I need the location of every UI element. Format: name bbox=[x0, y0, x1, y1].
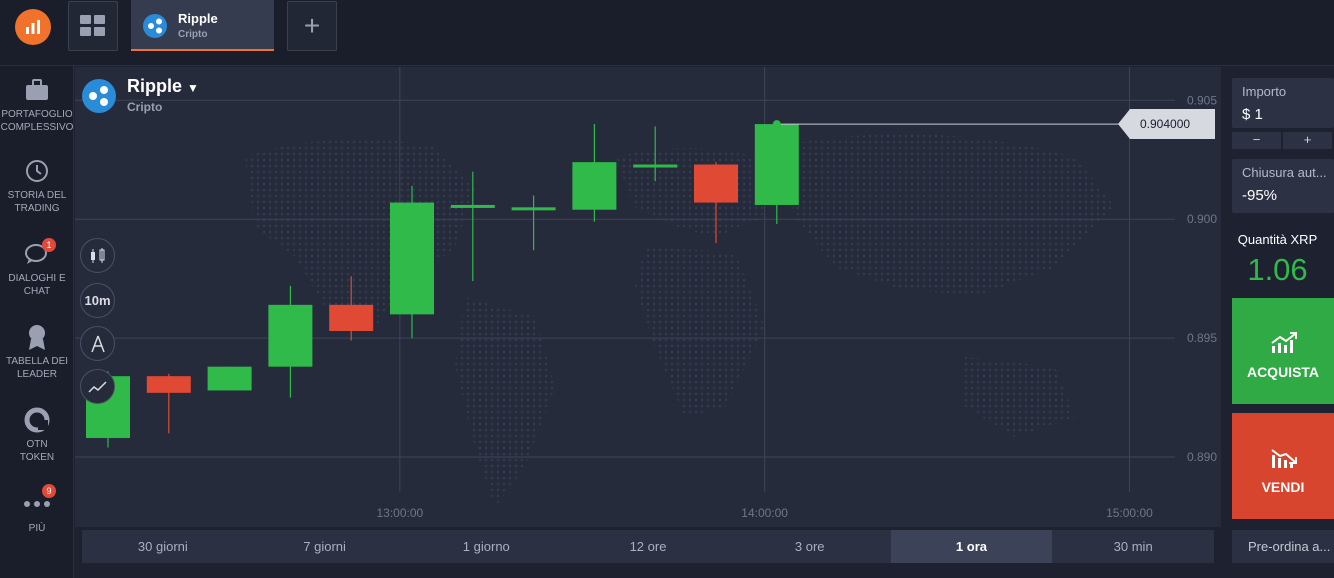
ripple-icon bbox=[143, 14, 167, 38]
indicator-icon bbox=[87, 380, 107, 393]
autoclose-value: -95% bbox=[1242, 187, 1278, 204]
chart-area[interactable]: 0.905 0.900 0.895 0.890 13:00:00 14:00:00 15:0… bbox=[75, 67, 1221, 527]
period-option[interactable]: 30 giorni bbox=[82, 530, 244, 563]
period-option[interactable]: 7 giorni bbox=[244, 530, 406, 563]
buy-button[interactable]: ACQUISTA bbox=[1232, 298, 1334, 404]
increase-amount-button[interactable]: + bbox=[1283, 132, 1332, 149]
sidebar-item-label: PIÙ bbox=[28, 523, 46, 534]
decrease-amount-button[interactable]: − bbox=[1232, 132, 1281, 149]
period-option[interactable]: 12 ore bbox=[567, 530, 729, 563]
period-option[interactable]: 30 min bbox=[1052, 530, 1214, 563]
candle-body bbox=[754, 124, 799, 205]
sell-label: VENDI bbox=[1261, 479, 1305, 495]
candlestick-chart[interactable]: 0.905 0.900 0.895 0.890 13:00:00 14:00:00 15:0… bbox=[75, 67, 1221, 527]
chat-icon: 1 bbox=[0, 238, 74, 268]
grid-view-button[interactable] bbox=[68, 1, 118, 51]
y-tick-label: 0.900 bbox=[1187, 212, 1217, 226]
top-bar: Ripple Cripto + bbox=[0, 0, 1334, 66]
token-icon bbox=[0, 406, 74, 434]
candle-body bbox=[450, 204, 495, 208]
compass-icon bbox=[90, 335, 105, 352]
candle-body bbox=[268, 304, 313, 367]
period-option[interactable]: 1 ora bbox=[890, 530, 1053, 563]
amount-stepper[interactable]: − + bbox=[1232, 132, 1334, 149]
sidebar-item-leaderboard[interactable]: TABELLA DEI LEADER bbox=[0, 323, 74, 381]
quantity-label: Quantità XRP bbox=[1237, 232, 1318, 247]
candle-body bbox=[694, 164, 738, 203]
sidebar-item-more[interactable]: 9 PIÙ bbox=[0, 484, 74, 535]
plus-icon: + bbox=[303, 10, 321, 41]
amount-field[interactable]: Importo $ 1 bbox=[1232, 78, 1334, 128]
trend-up-icon bbox=[1271, 332, 1297, 353]
sidebar-item-label: STORIA DEL TRADING bbox=[7, 190, 67, 214]
candle-body bbox=[146, 376, 191, 393]
amount-label: Importo bbox=[1242, 84, 1287, 99]
chat-badge: 1 bbox=[42, 238, 56, 252]
x-tick-label: 14:00:00 bbox=[741, 506, 788, 520]
asset-tab-name: Ripple bbox=[178, 11, 218, 26]
asset-tab-category: Cripto bbox=[178, 29, 208, 40]
chart-type-button[interactable] bbox=[80, 238, 115, 273]
sell-button[interactable]: VENDI bbox=[1232, 413, 1334, 519]
timeframe-button[interactable]: 10m bbox=[80, 283, 115, 318]
add-tab-button[interactable]: + bbox=[287, 1, 337, 51]
more-icon: 9 bbox=[0, 484, 74, 518]
award-icon bbox=[0, 323, 74, 351]
y-tick-label: 0.895 bbox=[1187, 331, 1217, 345]
drawing-tools-button[interactable] bbox=[80, 326, 115, 361]
candle-body bbox=[390, 202, 434, 315]
current-price-tag: 0.904000 bbox=[1118, 109, 1215, 139]
more-badge: 9 bbox=[42, 484, 56, 498]
preorder-button[interactable]: Pre-ordina a... bbox=[1232, 530, 1334, 563]
sidebar-item-label: PORTAFOGLIO COMPLESSIVO bbox=[0, 109, 74, 133]
sidebar-item-label: DIALOGHI E CHAT bbox=[8, 273, 66, 297]
trend-down-icon bbox=[1271, 449, 1297, 468]
x-tick-label: 15:00:00 bbox=[1106, 506, 1153, 520]
candle-body bbox=[633, 164, 678, 168]
caret-down-icon: ▼ bbox=[187, 81, 199, 95]
y-tick-label: 0.905 bbox=[1187, 93, 1217, 107]
quantity-value: 1.06 bbox=[1247, 252, 1308, 287]
asset-tab-ripple[interactable]: Ripple Cripto bbox=[131, 0, 274, 51]
ripple-icon bbox=[82, 79, 116, 113]
app-logo-icon[interactable] bbox=[15, 9, 51, 45]
period-option[interactable]: 1 giorno bbox=[405, 530, 567, 563]
amount-value: $ 1 bbox=[1242, 106, 1263, 123]
briefcase-icon bbox=[0, 76, 74, 104]
period-option[interactable]: 3 ore bbox=[729, 530, 891, 563]
current-price-line bbox=[772, 120, 1120, 129]
world-map-background bbox=[245, 134, 1115, 507]
x-tick-label: 13:00:00 bbox=[376, 506, 423, 520]
last-price-dot bbox=[772, 120, 781, 129]
current-price-value: 0.904000 bbox=[1140, 117, 1191, 131]
autoclose-label: Chiusura aut... bbox=[1242, 165, 1327, 180]
sidebar-item-chat[interactable]: 1 DIALOGHI E CHAT bbox=[0, 238, 74, 298]
sidebar-item-otn-token[interactable]: OTN TOKEN bbox=[0, 406, 74, 464]
sidebar-item-label: TABELLA DEI LEADER bbox=[5, 356, 69, 380]
asset-category: Cripto bbox=[127, 100, 163, 114]
sidebar: PORTAFOGLIO COMPLESSIVO STORIA DEL TRADI… bbox=[0, 66, 74, 578]
history-icon bbox=[0, 157, 74, 185]
grid-icon bbox=[80, 15, 105, 36]
asset-name[interactable]: Ripple ▼ bbox=[127, 76, 199, 97]
candle-body bbox=[572, 162, 617, 210]
candles-icon bbox=[90, 247, 104, 263]
candle-body bbox=[329, 304, 374, 331]
y-tick-label: 0.890 bbox=[1187, 450, 1217, 464]
candle-body bbox=[511, 207, 556, 211]
sidebar-item-history[interactable]: STORIA DEL TRADING bbox=[0, 157, 74, 215]
sidebar-item-label: OTN TOKEN bbox=[19, 439, 55, 463]
indicators-button[interactable] bbox=[80, 369, 115, 404]
candle-body bbox=[207, 366, 252, 391]
autoclose-field[interactable]: Chiusura aut... -95% bbox=[1232, 159, 1334, 213]
asset-name-text: Ripple bbox=[127, 76, 183, 96]
sidebar-item-portfolio[interactable]: PORTAFOGLIO COMPLESSIVO bbox=[0, 76, 74, 134]
period-selector: 30 giorni 7 giorni 1 giorno 12 ore 3 ore 1 or… bbox=[82, 530, 1214, 563]
buy-label: ACQUISTA bbox=[1246, 364, 1320, 380]
